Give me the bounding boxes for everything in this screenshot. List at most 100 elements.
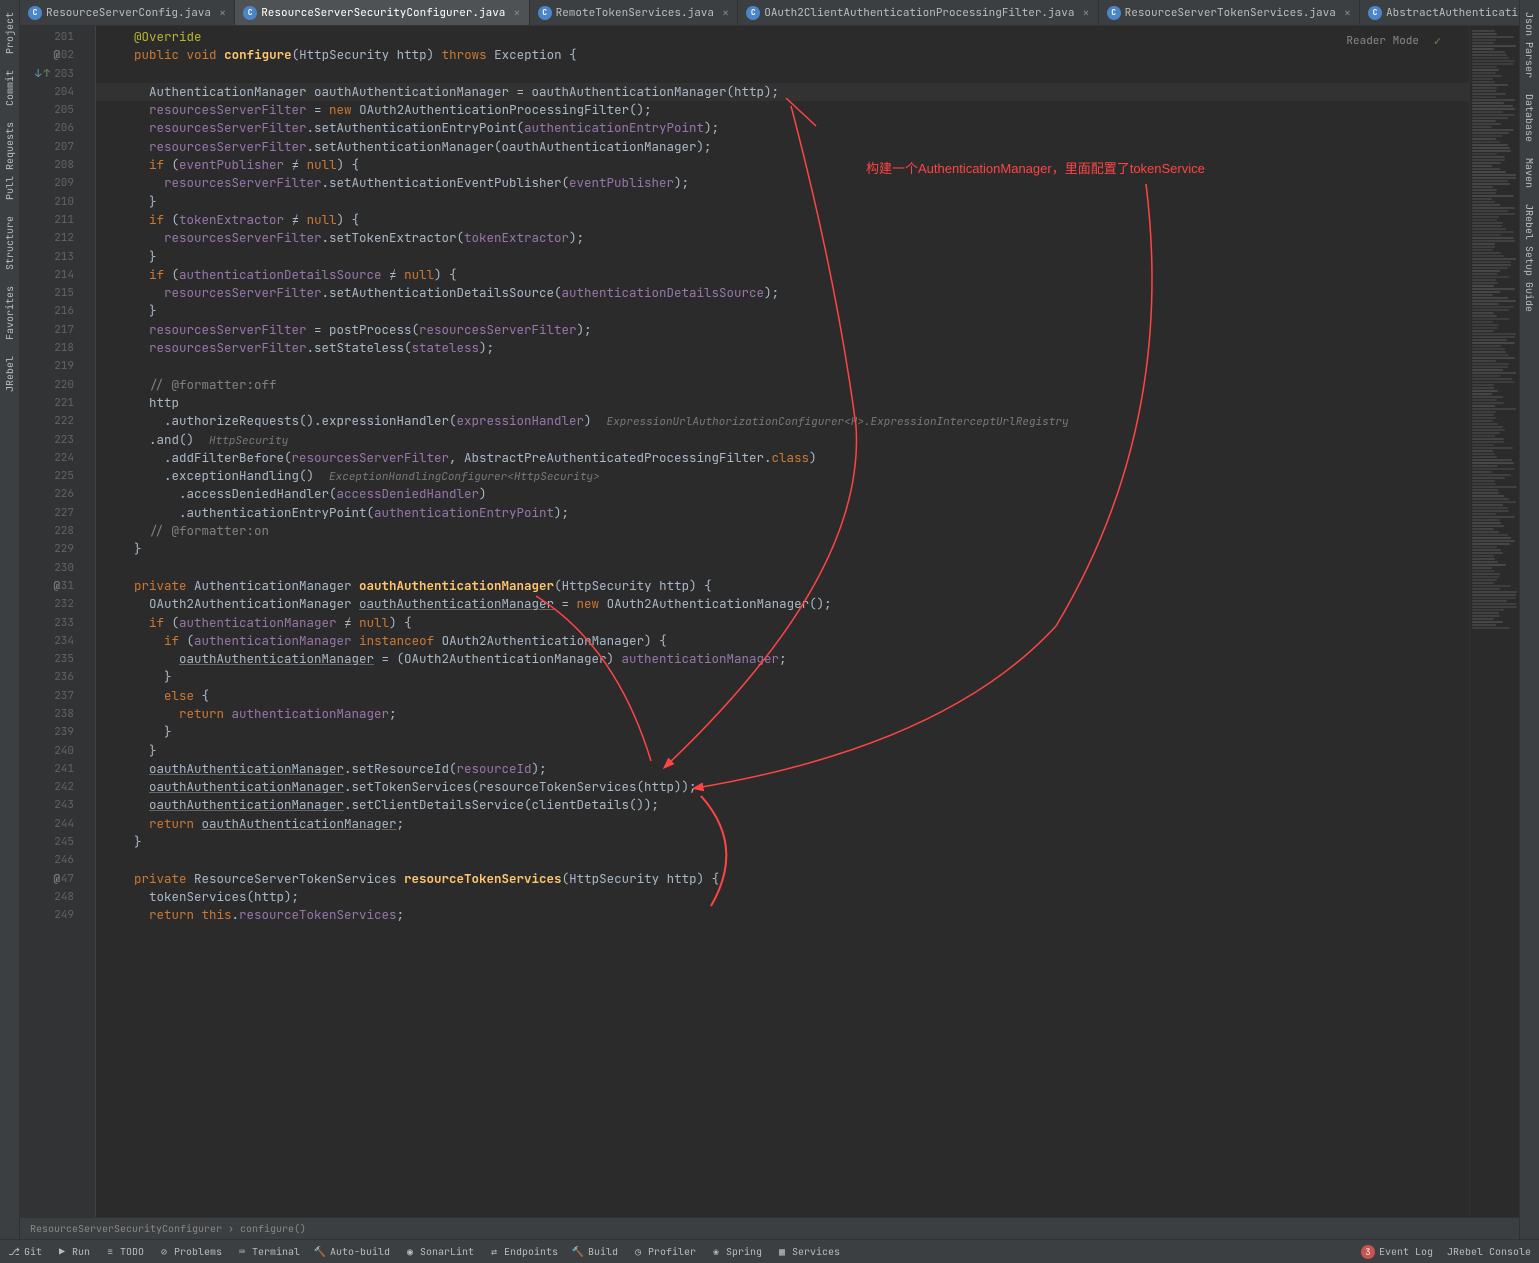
tool-window-button[interactable]: Pull Requests [1,114,18,208]
line-number[interactable]: 234 [20,632,82,650]
tool-window-button[interactable]: JRebel Console [1447,1245,1531,1258]
code-line[interactable]: else { [96,687,1469,705]
code-line[interactable]: if (authenticationManager ≠ null) { [96,614,1469,632]
tool-window-button[interactable]: ⊘Problems [158,1245,222,1258]
line-number[interactable]: 221 [20,394,82,412]
code-line[interactable]: AuthenticationManager oauthAuthenticatio… [96,83,1469,101]
line-number[interactable]: 225 [20,467,82,485]
editor-tab[interactable]: CResourceServerSecurityConfigurer.java× [235,0,529,25]
code-line[interactable] [96,851,1469,869]
line-number[interactable]: 241 [20,760,82,778]
line-number[interactable]: 218 [20,339,82,357]
line-number[interactable]: 212 [20,229,82,247]
line-number[interactable]: 228 [20,522,82,540]
line-number[interactable]: 227 [20,504,82,522]
code-line[interactable]: resourcesServerFilter.setAuthenticationD… [96,284,1469,302]
code-line[interactable]: oauthAuthenticationManager.setTokenServi… [96,778,1469,796]
code-line[interactable]: } [96,540,1469,558]
code-line[interactable]: public void configure(HttpSecurity http)… [96,46,1469,64]
line-number[interactable]: 240 [20,742,82,760]
code-line[interactable]: @Override [96,28,1469,46]
line-number[interactable]: 239 [20,723,82,741]
code-line[interactable]: oauthAuthenticationManager.setClientDeta… [96,796,1469,814]
line-number[interactable]: 243 [20,796,82,814]
code-line[interactable]: return authenticationManager; [96,705,1469,723]
code-line[interactable]: http [96,394,1469,412]
code-line[interactable]: if (tokenExtractor ≠ null) { [96,211,1469,229]
code-line[interactable]: } [96,723,1469,741]
tool-window-button[interactable]: JRebel [1,348,18,400]
tool-window-button[interactable]: Project [1,4,18,62]
line-number[interactable]: 204 [20,83,82,101]
reader-mode-label[interactable]: Reader Mode [1346,32,1419,50]
code-line[interactable]: // @formatter:off [96,376,1469,394]
editor-tab[interactable]: COAuth2ClientAuthenticationProcessingFil… [738,0,1098,25]
line-number[interactable]: 223 [20,431,82,449]
tool-window-button[interactable]: Maven [1521,150,1538,196]
code-line[interactable]: // @formatter:on [96,522,1469,540]
line-number[interactable]: 231@ [20,577,82,595]
line-number[interactable]: 203 [20,65,82,83]
line-number[interactable]: 211 [20,211,82,229]
tool-window-button[interactable]: JRebel Setup Guide [1521,196,1538,320]
code-line[interactable]: if (authenticationDetailsSource ≠ null) … [96,266,1469,284]
tool-window-button[interactable]: ▦Services [776,1245,840,1258]
close-icon[interactable]: × [722,5,729,21]
code-line[interactable]: .exceptionHandling() ExceptionHandlingCo… [96,467,1469,485]
code-line[interactable]: resourcesServerFilter = postProcess(reso… [96,321,1469,339]
line-number[interactable]: 245 [20,833,82,851]
code-line[interactable]: oauthAuthenticationManager = (OAuth2Auth… [96,650,1469,668]
tool-window-button[interactable]: ❀Spring [710,1245,762,1258]
code-line[interactable] [96,559,1469,577]
code-line[interactable]: tokenServices(http); [96,888,1469,906]
code-line[interactable]: private AuthenticationManager oauthAuthe… [96,577,1469,595]
tool-window-button[interactable]: Database [1521,86,1538,150]
code-line[interactable]: return this.resourceTokenServices; [96,906,1469,924]
close-icon[interactable]: × [513,5,520,21]
line-number[interactable]: 217 [20,321,82,339]
code-line[interactable]: resourcesServerFilter.setTokenExtractor(… [96,229,1469,247]
tool-window-button[interactable]: ⇄Endpoints [488,1245,558,1258]
line-number[interactable]: 213 [20,248,82,266]
close-icon[interactable]: × [1344,5,1351,21]
tool-window-button[interactable]: Commit [1,62,18,114]
line-number[interactable]: 209 [20,174,82,192]
close-icon[interactable]: × [1082,5,1089,21]
code-line[interactable]: } [96,668,1469,686]
code-line[interactable]: .authenticationEntryPoint(authentication… [96,504,1469,522]
code-line[interactable]: if (eventPublisher ≠ null) { [96,156,1469,174]
line-number[interactable]: 222 [20,412,82,430]
tool-window-button[interactable]: Favorites [1,278,18,348]
fold-column[interactable] [82,26,96,1217]
code-line[interactable]: oauthAuthenticationManager.setResourceId… [96,760,1469,778]
line-number[interactable]: 236 [20,668,82,686]
code-line[interactable]: resourcesServerFilter.setAuthenticationM… [96,138,1469,156]
line-number[interactable]: 244 [20,815,82,833]
code-line[interactable]: } [96,742,1469,760]
tool-window-button[interactable]: ⎇Git [8,1245,42,1258]
breadcrumb-class[interactable]: ResourceServerSecurityConfigurer [30,1222,222,1235]
line-number[interactable]: 207 [20,138,82,156]
editor-tab[interactable]: CResourceServerTokenServices.java× [1099,0,1360,25]
editor-tab[interactable]: CAbstractAuthenticationProcessingFilter.… [1360,0,1519,25]
inspection-check-icon[interactable]: ✓ [1434,32,1441,50]
line-number[interactable]: 202@↓↑ [20,46,82,64]
code-line[interactable] [96,65,1469,83]
line-number[interactable]: 230 [20,559,82,577]
line-number[interactable]: 220 [20,376,82,394]
line-number[interactable]: 215 [20,284,82,302]
tool-window-button[interactable]: 3Event Log [1361,1245,1433,1259]
tool-window-button[interactable]: 🔨Auto-build [314,1245,390,1258]
breadcrumb-method[interactable]: configure() [240,1222,306,1235]
tool-window-button[interactable]: ⌨Terminal [236,1245,300,1258]
code-line[interactable]: resourcesServerFilter.setAuthenticationE… [96,174,1469,192]
code-line[interactable] [96,357,1469,375]
annotation-gutter-icon[interactable]: @ [53,46,60,64]
minimap-scrollbar[interactable] [1469,26,1519,1217]
code-line[interactable]: private ResourceServerTokenServices reso… [96,870,1469,888]
line-number[interactable]: 219 [20,357,82,375]
line-number[interactable]: 247@ [20,870,82,888]
line-number[interactable]: 235 [20,650,82,668]
line-number[interactable]: 201 [20,28,82,46]
code-line[interactable]: return oauthAuthenticationManager; [96,815,1469,833]
